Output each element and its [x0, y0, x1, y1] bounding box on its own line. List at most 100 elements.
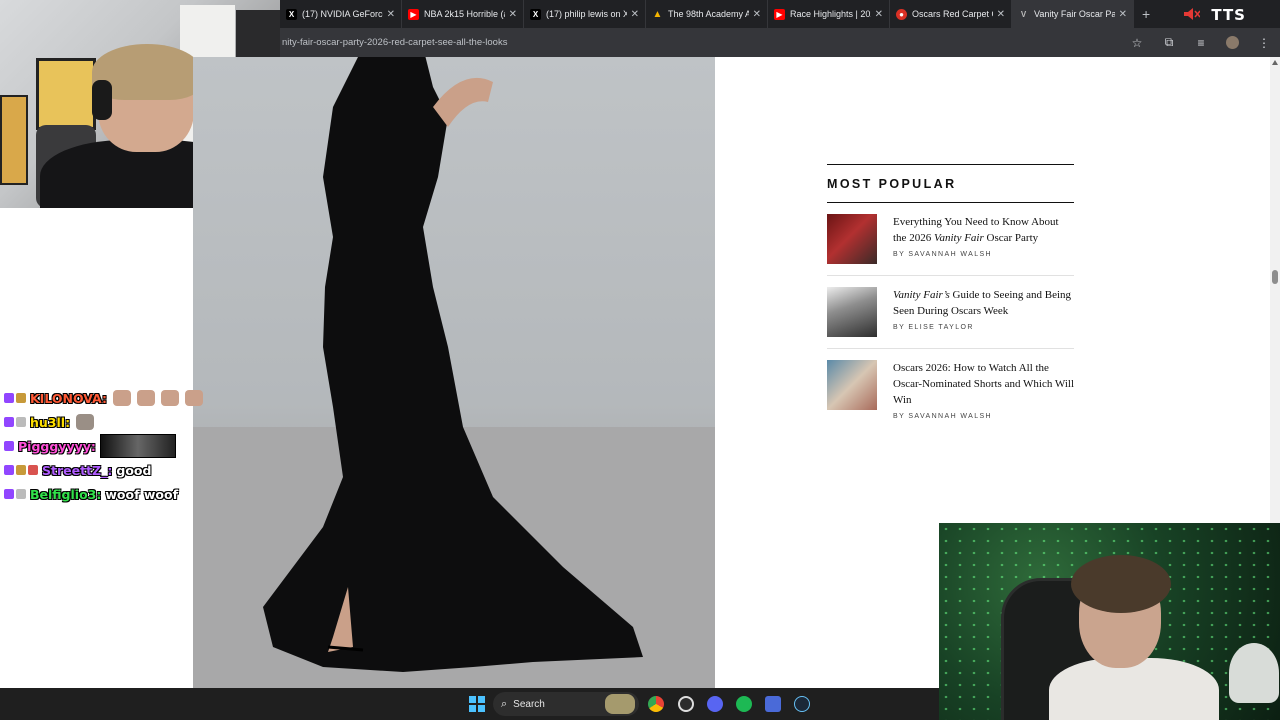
tab-vanity-fair[interactable]: V Vanity Fair Oscar Part ✕: [1012, 0, 1134, 28]
twitch-badge-icon: [4, 441, 14, 451]
cam-wall-art: [0, 95, 28, 185]
chat-text: good: [116, 462, 152, 478]
cam-person-hair: [1071, 555, 1171, 613]
vf-icon: V: [1020, 9, 1027, 19]
close-icon[interactable]: ✕: [387, 9, 395, 20]
story-text: Oscars 2026: How to Watch All the Oscar-…: [893, 360, 1074, 420]
story-thumbnail[interactable]: [827, 214, 877, 264]
story-title[interactable]: Everything You Need to Know About the 20…: [893, 214, 1074, 246]
page-scrollbar[interactable]: [1270, 57, 1280, 523]
chat-message: KILONOVA:: [4, 386, 234, 410]
emote-icon: [184, 390, 203, 406]
tab-label: (17) NVIDIA GeForce: [302, 9, 383, 19]
tts-label: TTS: [1211, 6, 1246, 24]
popular-story[interactable]: Vanity Fair’s Guide to Seeing and Being …: [827, 287, 1074, 349]
red-circle-icon: ●: [896, 8, 907, 20]
scrollbar-thumb[interactable]: [1272, 270, 1278, 284]
close-icon[interactable]: ✕: [753, 9, 761, 20]
most-popular-heading: MOST POPULAR: [827, 177, 957, 191]
search-highlight-icon: [605, 694, 635, 714]
most-popular-module: MOST POPULAR Everything You Need to Know…: [827, 164, 1074, 442]
obs-icon[interactable]: [678, 696, 694, 712]
close-icon[interactable]: ✕: [997, 9, 1005, 20]
divider: [827, 202, 1074, 203]
close-icon[interactable]: ✕: [509, 9, 517, 20]
twitch-badge-icon: [4, 489, 14, 499]
story-byline: BY SAVANNAH WALSH: [893, 413, 993, 420]
search-icon: ⌕: [501, 697, 508, 710]
steam-icon[interactable]: [794, 696, 810, 712]
cam-lamp: [1229, 643, 1279, 703]
twitch-badge-icon: [4, 393, 14, 403]
twitch-badge-icon: [4, 465, 14, 475]
app-icon[interactable]: [765, 696, 781, 712]
tab-label: Oscars Red Carpet O: [912, 9, 993, 19]
profile-avatar[interactable]: [1226, 36, 1239, 49]
popular-story[interactable]: Everything You Need to Know About the 20…: [827, 214, 1074, 276]
story-byline: BY ELISE TAYLOR: [893, 324, 974, 331]
spotify-icon[interactable]: [736, 696, 752, 712]
chrome-icon[interactable]: [648, 696, 664, 712]
story-byline: BY SAVANNAH WALSH: [893, 251, 993, 258]
emote-icon: [76, 414, 95, 430]
muted-speaker-icon: [1184, 8, 1200, 20]
stream-chat-overlay: KILONOVA: hu3ll: Pigggyyyy: StreettZ_: g…: [4, 386, 234, 506]
x-logo-icon: X: [530, 8, 541, 20]
discord-icon[interactable]: [707, 696, 723, 712]
tab-label: Vanity Fair Oscar Part: [1034, 9, 1115, 19]
story-thumbnail[interactable]: [827, 287, 877, 337]
taskbar-search-box[interactable]: ⌕ Search: [493, 692, 639, 716]
tab-academy[interactable]: ▲ The 98th Academy A ✕: [646, 0, 768, 28]
windows-start-icon[interactable]: [469, 696, 485, 712]
cam-headphones: [92, 80, 112, 120]
tab-race-highlights[interactable]: ▶ Race Highlights | 202 ✕: [768, 0, 890, 28]
story-title[interactable]: Oscars 2026: How to Watch All the Oscar-…: [893, 360, 1074, 408]
tab-label: (17) philip lewis on X: [546, 9, 627, 19]
tab-nba[interactable]: ▶ NBA 2k15 Horrible (a ✕: [402, 0, 524, 28]
bookmark-star-icon[interactable]: ☆: [1130, 36, 1144, 50]
chat-username: hu3ll:: [30, 414, 71, 430]
close-icon[interactable]: ✕: [1119, 9, 1127, 20]
close-icon[interactable]: ✕: [631, 9, 639, 20]
chat-username: KILONOVA:: [30, 390, 107, 406]
story-text: Everything You Need to Know About the 20…: [893, 214, 1074, 264]
emote-icon: [112, 390, 131, 406]
story-text: Vanity Fair’s Guide to Seeing and Being …: [893, 287, 1074, 337]
chat-username: Belfiglio3:: [30, 486, 102, 502]
sub-badge-icon: [16, 393, 26, 403]
address-bar: nity-fair-oscar-party-2026-red-carpet-se…: [280, 28, 1280, 57]
tab-oscars-red-carpet[interactable]: ● Oscars Red Carpet O ✕: [890, 0, 1012, 28]
tab-label: The 98th Academy A: [668, 9, 749, 19]
story-thumbnail[interactable]: [827, 360, 877, 410]
popular-story[interactable]: Oscars 2026: How to Watch All the Oscar-…: [827, 360, 1074, 431]
tab-nvidia[interactable]: X (17) NVIDIA GeForce ✕: [280, 0, 402, 28]
chat-message: StreettZ_: good: [4, 458, 234, 482]
x-logo-icon: X: [286, 8, 297, 20]
menu-dots-icon[interactable]: ⋮: [1257, 36, 1271, 50]
story-title[interactable]: Vanity Fair’s Guide to Seeing and Being …: [893, 287, 1074, 319]
sub-badge-icon: [16, 465, 26, 475]
warning-triangle-icon: ▲: [652, 8, 663, 20]
emote-icon: [160, 390, 179, 406]
url-field[interactable]: nity-fair-oscar-party-2026-red-carpet-se…: [280, 37, 1121, 48]
chat-text: woof woof: [105, 486, 179, 502]
scroll-up-arrow-icon[interactable]: [1272, 60, 1278, 65]
chat-message: Pigggyyyy:: [4, 434, 234, 458]
windows-taskbar: ⌕ Search: [0, 688, 939, 720]
red-carpet-photo: [193, 57, 715, 688]
close-icon[interactable]: ✕: [875, 9, 883, 20]
media-controls-icon[interactable]: ≡: [1194, 36, 1208, 50]
chat-username: StreettZ_:: [42, 462, 113, 478]
new-tab-button[interactable]: +: [1134, 6, 1158, 22]
tab-label: Race Highlights | 202: [790, 9, 871, 19]
webcam-overlay-bottom: [939, 523, 1280, 720]
extensions-icon[interactable]: ⧉: [1162, 35, 1176, 50]
black-gown-figure: [263, 57, 643, 672]
emote-image-icon: [99, 434, 176, 458]
speaker-badge-icon: [16, 417, 26, 427]
prime-badge-icon: [16, 489, 26, 499]
tab-philip-lewis[interactable]: X (17) philip lewis on X ✕: [524, 0, 646, 28]
cam-person-shirt: [1049, 658, 1219, 720]
search-label: Search: [513, 698, 545, 710]
cam-wall-art: [36, 58, 96, 130]
